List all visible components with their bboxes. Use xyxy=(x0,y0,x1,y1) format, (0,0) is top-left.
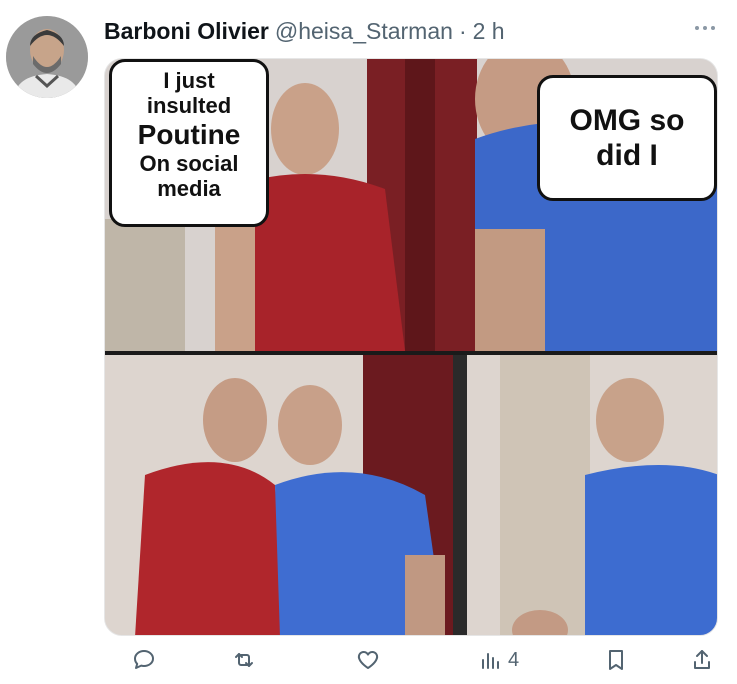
bubble-left-line-2: insulted xyxy=(146,93,232,119)
tweet-actions: 4 xyxy=(0,646,737,676)
tweet-media[interactable]: I just insulted Poutine On social media … xyxy=(104,58,718,636)
reply-button[interactable] xyxy=(132,646,156,674)
author-handle[interactable]: @heisa_Starman xyxy=(275,18,453,45)
meme-scene-bottom xyxy=(105,355,717,635)
bubble-right-line-1: OMG so xyxy=(569,104,685,137)
tweet-header: Barboni Olivier @heisa_Starman · 2 h xyxy=(104,18,505,48)
views-icon xyxy=(482,653,499,669)
retweet-icon xyxy=(235,653,253,667)
bookmark-icon xyxy=(609,650,623,670)
speech-bubble-left: I just insulted Poutine On social media xyxy=(109,59,269,227)
like-button[interactable] xyxy=(356,646,380,674)
bubble-left-line-5: media xyxy=(157,176,221,202)
timestamp[interactable]: 2 h xyxy=(473,18,505,45)
more-options-icon[interactable] xyxy=(695,26,715,30)
meme-panel-top: I just insulted Poutine On social media … xyxy=(105,59,717,351)
speech-bubble-right: OMG so did I xyxy=(537,75,717,201)
views-button[interactable]: 4 xyxy=(478,646,519,674)
bubble-left-line-1: I just xyxy=(163,68,215,93)
avatar[interactable] xyxy=(6,16,88,98)
views-count: 4 xyxy=(508,648,520,671)
reply-icon xyxy=(134,650,154,669)
like-icon xyxy=(357,650,379,669)
share-button[interactable] xyxy=(690,646,714,674)
meme-panel-bottom xyxy=(105,355,717,635)
avatar-image xyxy=(6,16,88,98)
separator: · xyxy=(458,18,467,44)
retweet-button[interactable] xyxy=(232,646,256,674)
share-icon xyxy=(694,650,710,669)
bubble-left-line-3: Poutine xyxy=(137,118,241,150)
bubble-left-line-4: On social xyxy=(139,150,239,176)
author-name[interactable]: Barboni Olivier xyxy=(104,18,269,45)
bookmark-button[interactable] xyxy=(604,646,628,674)
bubble-right-line-2: did I xyxy=(596,138,658,172)
